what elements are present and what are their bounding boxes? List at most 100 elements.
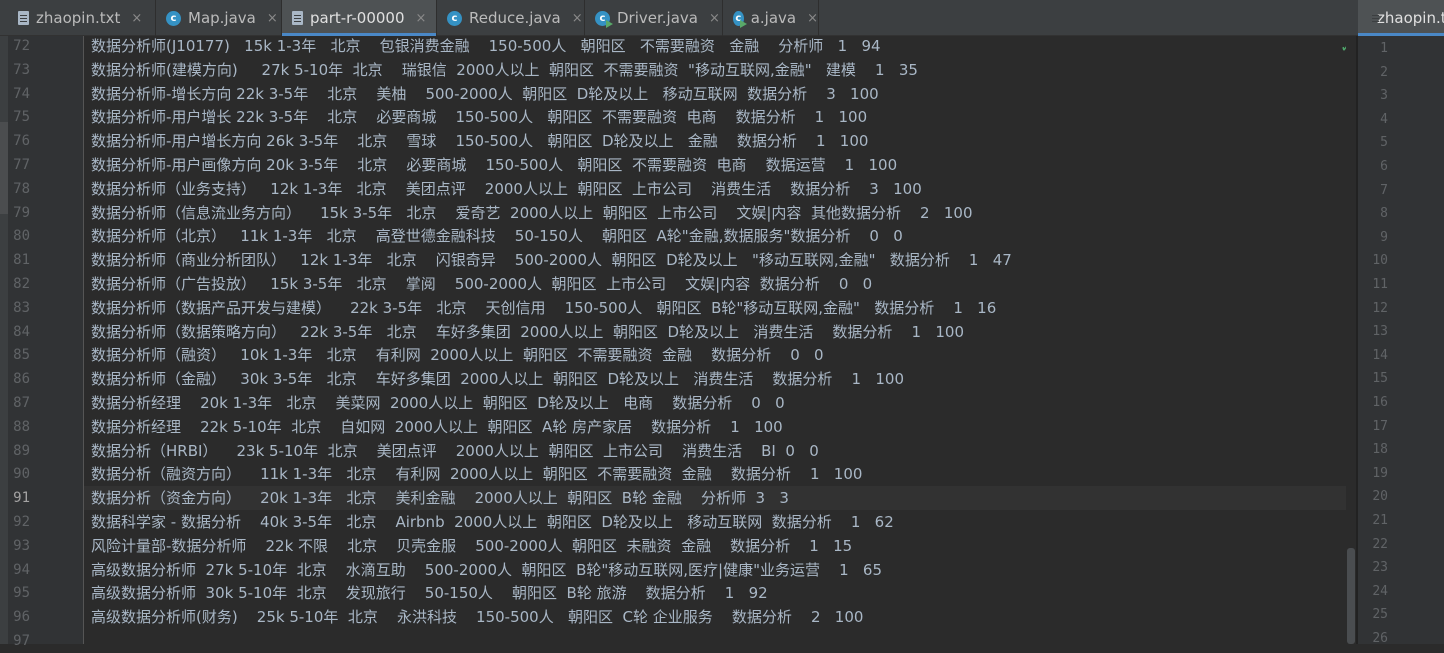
code-line[interactable]: 数据分析师（数据产品开发与建模） 22k 3-5年 北京 天创信用 150-50… (84, 296, 1354, 320)
right-line-number: 24 (1372, 583, 1388, 599)
right-line-number: 6 (1380, 159, 1388, 174)
right-line-number: 15 (1372, 371, 1388, 387)
tab-label: zhaopin.txt (36, 9, 121, 27)
code-line[interactable]: 数据分析师-用户增长方向 26k 3-5年 北京 雪球 150-500人 朝阳区… (84, 129, 1354, 153)
tab-reduce-java[interactable]: c Reduce.java × (437, 0, 585, 36)
right-line-number: 17 (1372, 418, 1388, 434)
line-number: 81 (13, 252, 30, 269)
code-line[interactable]: 风险计量部-数据分析师 22k 不限 北京 贝壳金服 500-2000人 朝阳区… (84, 534, 1354, 558)
line-number: 72 (13, 38, 30, 54)
right-line-number: 18 (1372, 442, 1388, 458)
tab-part-r-00000[interactable]: part-r-00000 × (282, 0, 437, 36)
right-line-number: 10 (1372, 253, 1388, 269)
code-line[interactable]: 数据分析师（信息流业务方向） 15k 3-5年 北京 爱奇艺 2000人以上 朝… (84, 201, 1354, 225)
line-number: 79 (13, 204, 30, 221)
right-split-editor: zhaopin.txt 1234567891011121314151617181… (1358, 0, 1444, 646)
code-line[interactable]: 数据分析师（广告投放） 15k 3-5年 北京 掌阅 500-2000人 朝阳区… (84, 272, 1354, 296)
right-line-number: 8 (1380, 206, 1388, 222)
code-line[interactable]: 数据分析师（业务支持） 12k 1-3年 北京 美团点评 2000人以上 朝阳区… (84, 177, 1354, 201)
close-tab-icon[interactable]: × (807, 11, 818, 26)
right-line-number: 12 (1372, 300, 1388, 316)
right-line-number: 20 (1372, 489, 1388, 505)
line-number: 80 (13, 228, 30, 245)
code-line[interactable]: 高级数据分析师(财务) 25k 5-10年 北京 永洪科技 150-500人 朝… (84, 605, 1354, 629)
java-class-icon: c (166, 10, 181, 26)
right-line-number: 21 (1372, 513, 1388, 528)
editor-vertical-scrollbar[interactable] (1346, 36, 1356, 644)
right-tab-zhaopin[interactable]: zhaopin.txt (1358, 0, 1444, 36)
line-number: 86 (13, 371, 30, 388)
right-tab-label: zhaopin.txt (1377, 9, 1444, 27)
code-line[interactable]: 数据科学家 - 数据分析 40k 3-5年 北京 Airbnb 2000人以上 … (84, 510, 1354, 534)
line-number: 94 (13, 561, 30, 578)
code-line[interactable]: 数据分析师(建模方向) 27k 5-10年 北京 瑞银信 2000人以上 朝阳区… (84, 58, 1354, 82)
right-line-number: 2 (1380, 64, 1388, 80)
line-number: 75 (13, 109, 30, 126)
code-line[interactable]: 数据分析师(J10177) 15k 1-3年 北京 包银消费金融 150-500… (84, 36, 1354, 58)
text-file-icon (18, 11, 29, 25)
code-line[interactable]: 数据分析师（金融） 30k 3-5年 北京 车好多集团 2000人以上 朝阳区 … (84, 367, 1354, 391)
line-number: 92 (13, 514, 30, 530)
code-line[interactable]: 数据分析师-用户画像方向 20k 3-5年 北京 必要商城 150-500人 朝… (84, 153, 1354, 177)
right-line-numbers: 1 2 3 4 5 6 7 8 9 10 11 12 13 14 15 16 17 18 19 20 21 22 23 24 2… (1358, 36, 1444, 646)
java-runnable-class-icon: c (733, 10, 747, 28)
line-number: 74 (13, 85, 30, 102)
line-number: 97 (13, 633, 30, 649)
code-line[interactable]: 数据分析师（商业分析团队） 12k 1-3年 北京 闪银奇异 500-2000人… (84, 248, 1354, 272)
line-number: 93 (13, 537, 30, 554)
right-line-number: 1 (1380, 41, 1388, 56)
line-number: 73 (13, 61, 30, 78)
tab-a-java[interactable]: c a.java × (723, 0, 819, 36)
line-number: 84 (13, 323, 30, 340)
tab-label: Reduce.java (469, 9, 561, 27)
line-number: 91 (13, 490, 30, 507)
line-number: 83 (13, 299, 30, 316)
line-number: 90 (13, 466, 30, 483)
right-line-number: 13 (1372, 324, 1388, 340)
text-file-icon (292, 11, 303, 25)
tab-label: a.java (750, 9, 797, 27)
scrollbar-thumb[interactable] (1347, 548, 1355, 644)
right-line-number: 11 (1372, 277, 1388, 292)
code-editor[interactable]: 数据分析师(J10177) 15k 1-3年 北京 包银消费金融 150-500… (84, 36, 1354, 644)
code-line[interactable]: 数据分析师（融资） 10k 1-3年 北京 有利网 2000人以上 朝阳区 不需… (84, 343, 1354, 367)
line-number: 78 (13, 180, 30, 197)
line-number: 85 (13, 347, 30, 364)
tab-zhaopin-txt[interactable]: zhaopin.txt × (8, 0, 156, 36)
close-tab-icon[interactable]: × (131, 11, 142, 26)
code-line[interactable]: 数据分析（HRBI） 23k 5-10年 北京 美团点评 2000人以上 朝阳区… (84, 439, 1354, 463)
tab-map-java[interactable]: c Map.java × (156, 0, 282, 36)
line-number: 89 (13, 442, 30, 459)
right-line-number: 23 (1372, 560, 1388, 576)
code-line[interactable]: 数据分析师（北京） 11k 1-3年 北京 高登世德金融科技 50-150人 朝… (84, 224, 1354, 248)
code-line[interactable]: 高级数据分析师 27k 5-10年 北京 水滴互助 500-2000人 朝阳区 … (84, 558, 1354, 582)
close-tab-icon[interactable]: × (267, 11, 278, 26)
right-line-number: 9 (1380, 229, 1388, 245)
close-tab-icon[interactable]: × (572, 11, 583, 26)
code-line[interactable]: 数据分析（融资方向） 11k 1-3年 北京 有利网 2000人以上 朝阳区 不… (84, 462, 1354, 486)
code-line[interactable]: 数据分析师-用户增长 22k 3-5年 北京 必要商城 150-500人 朝阳区… (84, 105, 1354, 129)
right-line-number: 25 (1372, 607, 1388, 623)
right-line-number: 19 (1372, 465, 1388, 481)
code-line[interactable]: 数据分析（资金方向） 20k 1-3年 北京 美利金融 2000人以上 朝阳区 … (84, 486, 1354, 511)
right-line-number: 26 (1372, 631, 1388, 646)
line-number: 95 (13, 585, 30, 602)
code-line[interactable]: 数据分析经理 22k 5-10年 北京 自如网 2000人以上 朝阳区 A轮 房… (84, 415, 1354, 439)
right-line-number: 14 (1372, 347, 1388, 363)
java-class-icon: c (447, 10, 462, 26)
code-line[interactable]: 数据分析经理 20k 1-3年 北京 美菜网 2000人以上 朝阳区 D轮及以上… (84, 391, 1354, 415)
tab-driver-java[interactable]: c Driver.java × (585, 0, 723, 36)
line-number: 87 (13, 395, 30, 411)
code-line[interactable]: 数据分析师-增长方向 22k 3-5年 北京 美柚 500-2000人 朝阳区 … (84, 82, 1354, 106)
right-line-number: 16 (1372, 395, 1388, 410)
line-number: 82 (13, 276, 30, 292)
close-tab-icon[interactable]: × (416, 11, 427, 26)
right-line-number: 4 (1380, 111, 1388, 127)
code-line[interactable]: 数据分析师（数据策略方向） 22k 3-5年 北京 车好多集团 2000人以上 … (84, 320, 1354, 344)
code-line[interactable]: 高级数据分析师 30k 5-10年 北京 发现旅行 50-150人 朝阳区 B轮… (84, 581, 1354, 605)
line-number: 76 (13, 133, 30, 150)
close-tab-icon[interactable]: × (709, 11, 720, 26)
line-number: 77 (13, 157, 30, 173)
code-line[interactable] (84, 629, 1354, 644)
right-line-number: 22 (1372, 536, 1388, 552)
